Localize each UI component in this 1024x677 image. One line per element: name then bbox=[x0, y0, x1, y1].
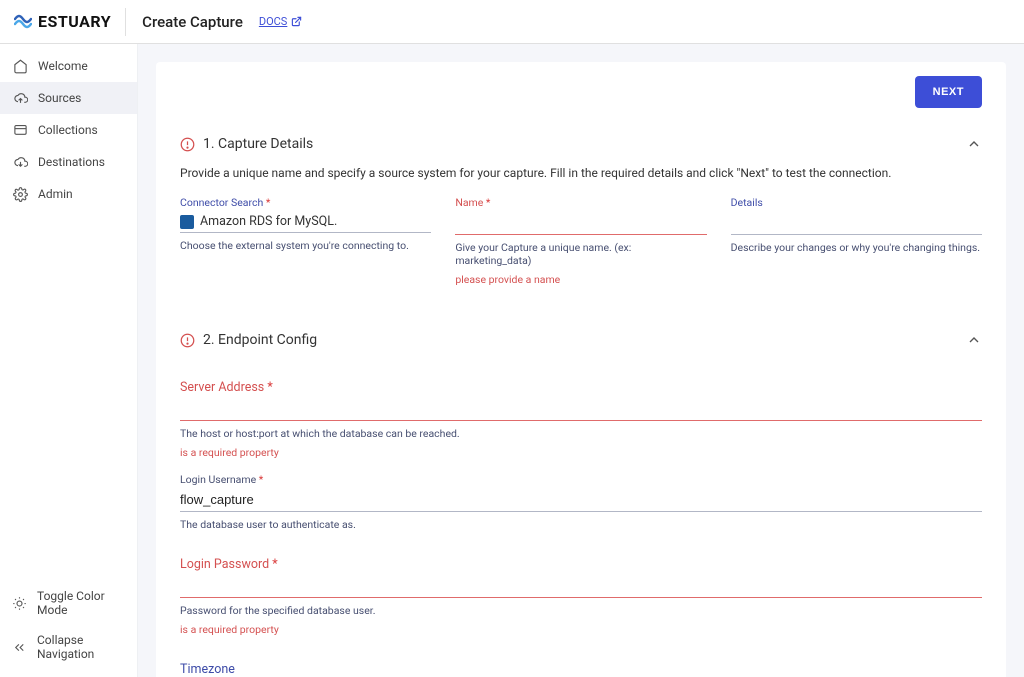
sidebar-item-welcome[interactable]: Welcome bbox=[0, 50, 137, 82]
section-description: Provide a unique name and specify a sour… bbox=[180, 166, 982, 180]
collapse-nav-label: Collapse Navigation bbox=[37, 633, 125, 661]
connector-search-input[interactable]: Amazon RDS for MySQL. bbox=[180, 211, 431, 233]
login-password-error: is a required property bbox=[180, 623, 982, 636]
connector-label: Connector Search * bbox=[180, 196, 431, 209]
capture-name-input[interactable] bbox=[455, 211, 706, 235]
gear-icon bbox=[12, 186, 28, 202]
sidebar-item-admin[interactable]: Admin bbox=[0, 178, 137, 210]
login-password-label: Login Password * bbox=[180, 557, 982, 572]
collections-icon bbox=[12, 122, 28, 138]
server-address-label: Server Address * bbox=[180, 380, 982, 395]
external-link-icon bbox=[291, 16, 302, 27]
name-label: Name * bbox=[455, 196, 706, 209]
chevron-up-icon bbox=[966, 136, 982, 152]
connector-helper: Choose the external system you're connec… bbox=[180, 239, 431, 252]
chevron-up-icon bbox=[966, 332, 982, 348]
toggle-color-label: Toggle Color Mode bbox=[37, 589, 125, 617]
server-address-input[interactable] bbox=[180, 397, 982, 421]
section-endpoint-config-header[interactable]: 2. Endpoint Config bbox=[180, 332, 982, 348]
section-capture-details-header[interactable]: 1. Capture Details bbox=[180, 136, 982, 152]
section-title-text: 1. Capture Details bbox=[203, 136, 313, 152]
collapse-navigation[interactable]: Collapse Navigation bbox=[0, 625, 137, 669]
login-password-input[interactable] bbox=[180, 574, 982, 598]
brand-text: ESTUARY bbox=[38, 12, 111, 31]
server-address-error: is a required property bbox=[180, 446, 982, 459]
docs-label: DOCS bbox=[259, 15, 287, 28]
login-username-label: Login Username * bbox=[180, 473, 982, 486]
error-circle-icon bbox=[180, 137, 195, 152]
section-title-text: 2. Endpoint Config bbox=[203, 332, 317, 348]
next-button[interactable]: NEXT bbox=[915, 76, 982, 108]
toggle-color-mode[interactable]: Toggle Color Mode bbox=[0, 581, 137, 625]
name-error: please provide a name bbox=[455, 273, 706, 286]
sidebar-item-label: Collections bbox=[38, 123, 98, 137]
details-input[interactable] bbox=[731, 211, 982, 235]
login-password-helper: Password for the specified database user… bbox=[180, 604, 982, 617]
brand-logo[interactable]: ESTUARY bbox=[14, 8, 126, 36]
sidebar-item-label: Sources bbox=[38, 91, 81, 105]
page-title: Create Capture bbox=[126, 13, 259, 31]
upload-cloud-icon bbox=[12, 90, 28, 106]
timezone-label: Timezone bbox=[180, 662, 982, 677]
details-label: Details bbox=[731, 196, 982, 209]
sidebar-item-sources[interactable]: Sources bbox=[0, 82, 137, 114]
sidebar-item-label: Admin bbox=[38, 187, 73, 201]
details-helper: Describe your changes or why you're chan… bbox=[731, 241, 982, 254]
login-username-input[interactable] bbox=[180, 488, 982, 512]
sun-icon bbox=[12, 595, 27, 611]
login-username-helper: The database user to authenticate as. bbox=[180, 518, 982, 531]
name-helper: Give your Capture a unique name. (ex: ma… bbox=[455, 241, 706, 267]
sidebar-item-label: Welcome bbox=[38, 59, 88, 73]
server-address-helper: The host or host:port at which the datab… bbox=[180, 427, 982, 440]
sidebar-item-collections[interactable]: Collections bbox=[0, 114, 137, 146]
sidebar: Welcome Sources Collections Destinations bbox=[0, 44, 138, 677]
sidebar-item-label: Destinations bbox=[38, 155, 105, 169]
logo-icon bbox=[14, 13, 32, 31]
error-circle-icon bbox=[180, 333, 195, 348]
docs-link[interactable]: DOCS bbox=[259, 15, 302, 28]
connector-value: Amazon RDS for MySQL. bbox=[200, 214, 337, 229]
download-cloud-icon bbox=[12, 154, 28, 170]
sidebar-item-destinations[interactable]: Destinations bbox=[0, 146, 137, 178]
home-icon bbox=[12, 58, 28, 74]
mysql-icon bbox=[180, 215, 194, 229]
chevrons-left-icon bbox=[12, 639, 27, 655]
